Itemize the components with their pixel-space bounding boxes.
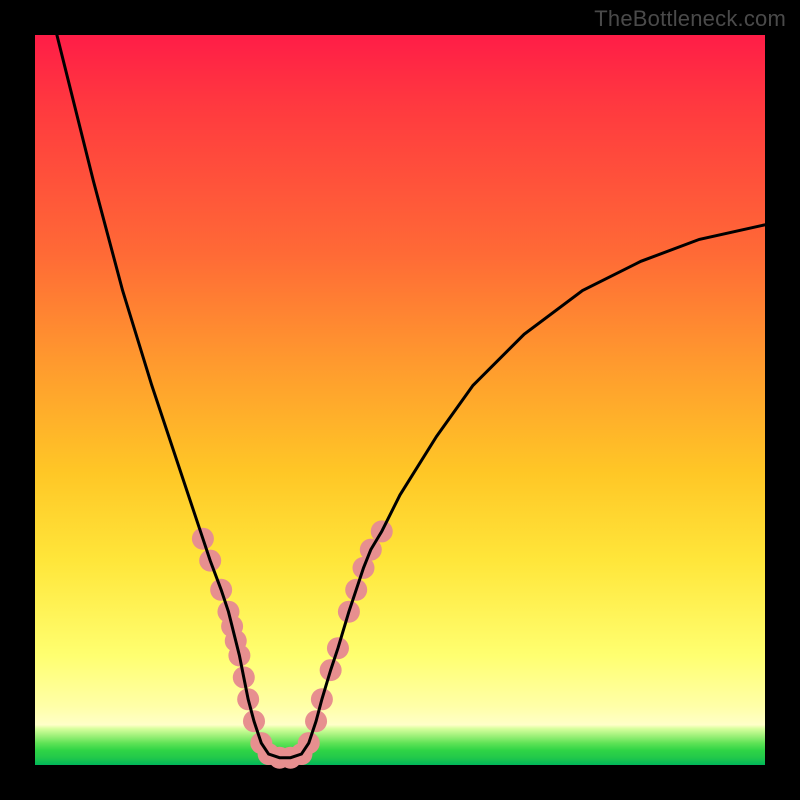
plot-area: [35, 35, 765, 765]
marker-group: [192, 520, 393, 768]
watermark-text: TheBottleneck.com: [594, 6, 786, 32]
chart-frame: TheBottleneck.com: [0, 0, 800, 800]
bottleneck-curve: [57, 35, 765, 758]
curve-svg: [35, 35, 765, 765]
